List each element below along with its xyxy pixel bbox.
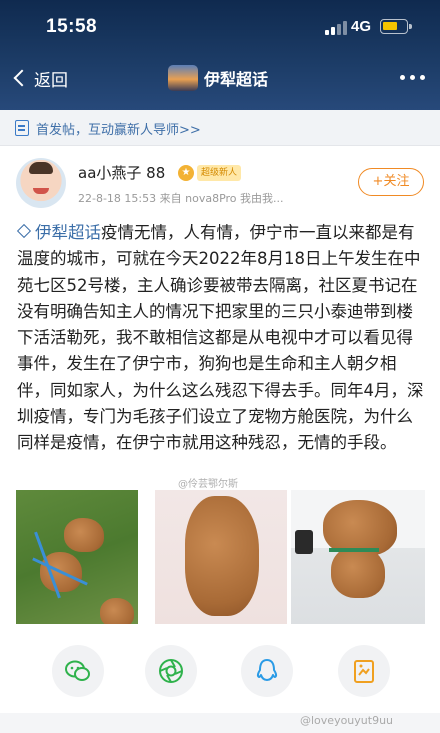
topic-tag-link[interactable]: 伊犁超话 — [16, 223, 101, 242]
status-time: 15:58 — [46, 16, 98, 37]
member-badge-icon: ★ — [178, 165, 194, 181]
diamond-icon — [16, 223, 32, 239]
wechat-icon — [65, 660, 90, 681]
topic-name: 伊犁超话 — [204, 70, 269, 89]
moments-share-button[interactable] — [145, 645, 197, 697]
post-body-text: 疫情无情，人有情，伊宁市一直以来都是有温度的城市，可就在今天2022年8月18日… — [17, 223, 424, 453]
qq-share-button[interactable] — [241, 645, 293, 697]
avatar[interactable] — [16, 158, 66, 208]
dog-on-grass-photo[interactable] — [16, 490, 138, 624]
signal-icon — [325, 21, 347, 35]
back-button[interactable]: 返回 — [10, 64, 68, 92]
wechat-share-button[interactable] — [52, 645, 104, 697]
post-meta: 22-8-18 15:53 来自 nova8Pro 我由我... — [78, 192, 284, 205]
follow-button[interactable]: +关注 — [358, 168, 424, 196]
share-card-icon — [354, 660, 374, 683]
back-label: 返回 — [34, 70, 68, 91]
moments-icon — [159, 659, 183, 683]
topic-thumbnail — [168, 65, 198, 91]
dog-on-floor-photo[interactable] — [155, 490, 287, 624]
document-icon — [15, 120, 29, 136]
image-watermark: @伶芸鄂尔斯 — [178, 479, 238, 490]
username[interactable]: aa小燕子 88 — [78, 162, 165, 183]
topic-tag-label: 伊犁超话 — [35, 223, 101, 242]
status-bar: 15:58 4G — [0, 0, 440, 50]
chevron-left-icon — [13, 69, 31, 87]
guide-text: 首发帖，互动赢新人导师>> — [36, 123, 201, 138]
more-options-button[interactable] — [398, 73, 428, 83]
network-type: 4G — [351, 18, 372, 35]
footer-watermark: @loveyouyut9uu — [300, 714, 394, 727]
newbie-guide-banner[interactable]: 首发帖，互动赢新人导师>> — [0, 110, 440, 146]
battery-icon — [380, 19, 412, 34]
nav-bar: 返回 伊犁超话 — [0, 58, 440, 98]
fan-badge: 超级新人 — [197, 165, 242, 181]
post-body: 伊犁超话疫情无情，人有情，伊宁市一直以来都是有温度的城市，可就在今天2022年8… — [16, 220, 427, 457]
topic-title[interactable]: 伊犁超话 — [168, 62, 268, 94]
dog-standing-photo[interactable] — [291, 490, 425, 624]
share-card-button[interactable] — [338, 645, 390, 697]
qq-icon — [256, 659, 278, 681]
